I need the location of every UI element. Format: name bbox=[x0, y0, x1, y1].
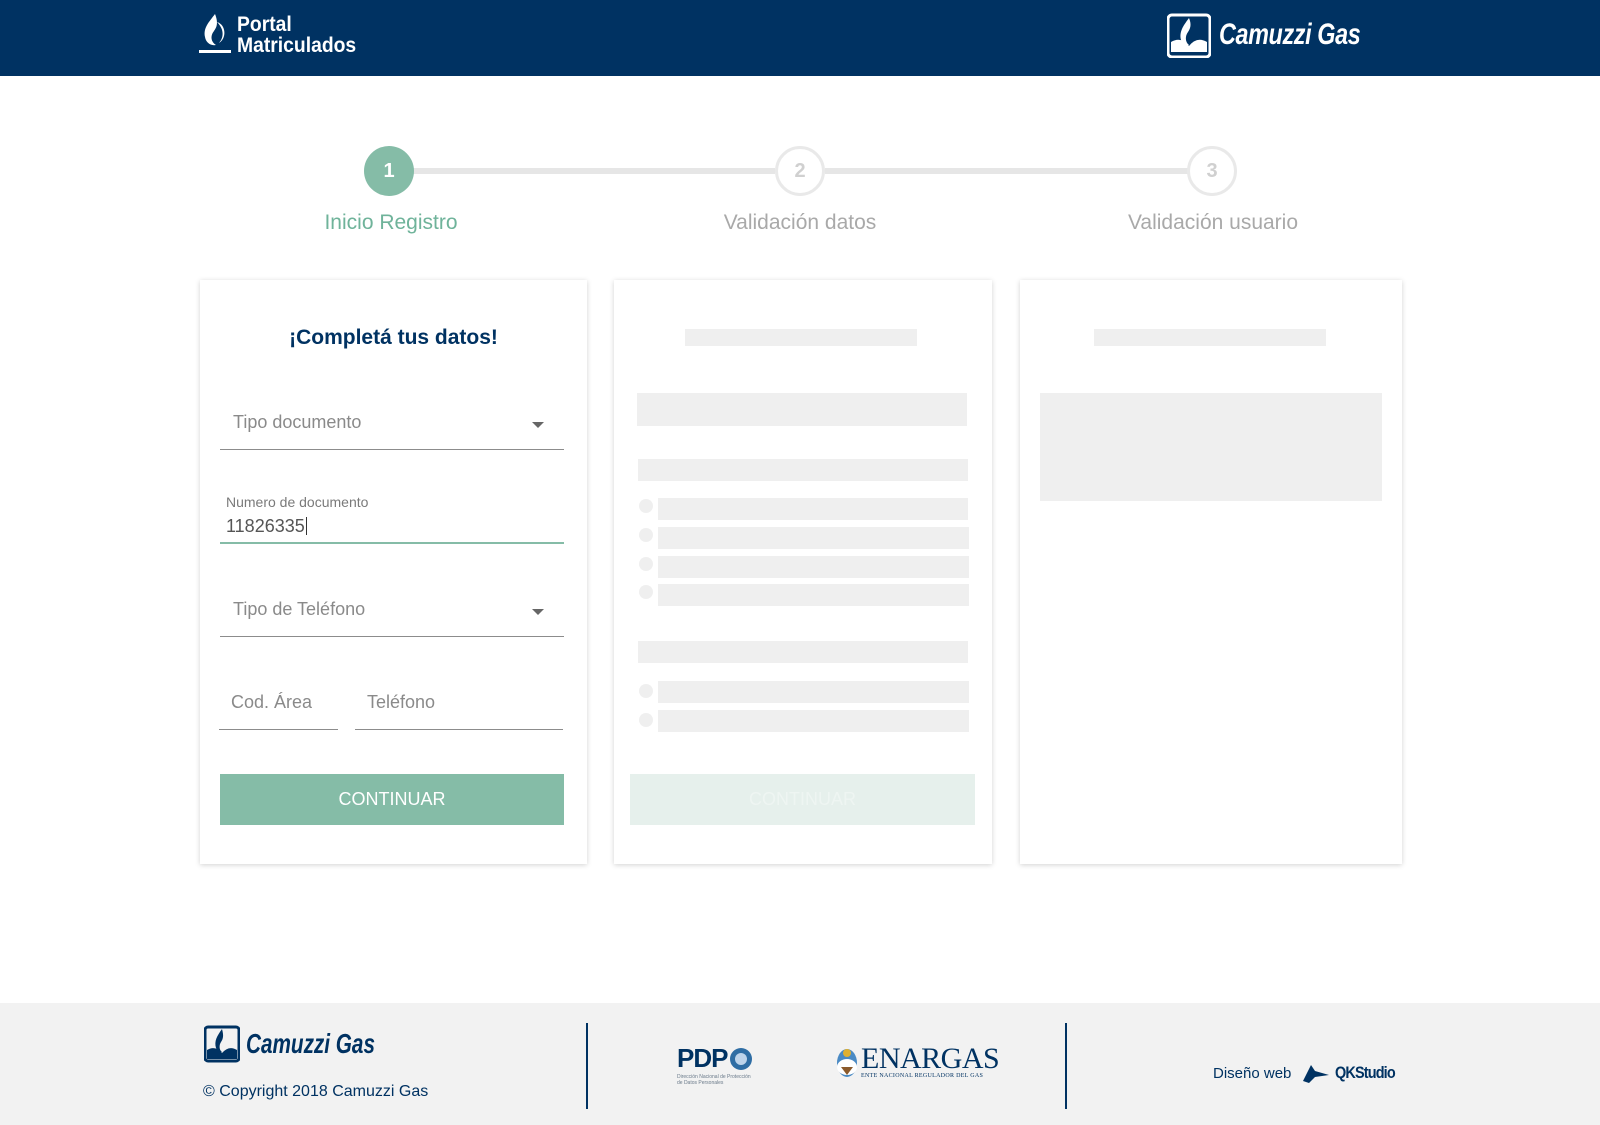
stepper-line-1 bbox=[410, 168, 775, 174]
skeleton-radio bbox=[639, 499, 653, 513]
top-header: Portal Matriculados Camuzzi Gas bbox=[0, 0, 1600, 76]
step-1-number: 1 bbox=[383, 159, 395, 182]
continue-button[interactable]: CONTINUAR bbox=[220, 774, 564, 825]
telefono-placeholder: Teléfono bbox=[367, 692, 436, 712]
portal-title: Portal Matriculados bbox=[237, 14, 356, 56]
copyright-text: © Copyright 2018 Camuzzi Gas bbox=[203, 1083, 429, 1100]
designer-label: Diseño web bbox=[1213, 1064, 1292, 1082]
skeleton-radio bbox=[639, 684, 653, 698]
camuzzi-emblem-icon bbox=[1166, 13, 1211, 58]
skeleton-option bbox=[658, 498, 968, 520]
validacion-usuario-card bbox=[1020, 280, 1402, 864]
tipo-telefono-select[interactable]: Tipo de Teléfono bbox=[220, 595, 564, 637]
numero-documento-field[interactable]: Numero de documento 11826335 bbox=[220, 494, 564, 544]
footer-divider bbox=[586, 1023, 588, 1109]
skeleton-option bbox=[658, 584, 969, 606]
portal-title-line2: Matriculados bbox=[237, 34, 357, 57]
skeleton-title bbox=[1094, 329, 1326, 346]
pdp-logo[interactable]: PDP Dirección Nacional de Protección de … bbox=[677, 1043, 757, 1086]
portal-logo[interactable]: Portal Matriculados bbox=[199, 12, 367, 56]
numero-documento-value: 11826335 bbox=[226, 516, 305, 536]
footer-brand-text: Camuzzi Gas bbox=[246, 1028, 375, 1059]
portal-title-line1: Portal bbox=[237, 13, 292, 36]
cod-area-input[interactable]: Cod. Área bbox=[219, 688, 338, 730]
continue-button-disabled: CONTINUAR bbox=[630, 774, 975, 825]
skeleton-option bbox=[658, 681, 969, 703]
footer: Camuzzi Gas © Copyright 2018 Camuzzi Gas… bbox=[0, 1003, 1600, 1125]
numero-documento-label: Numero de documento bbox=[226, 494, 369, 510]
tipo-telefono-placeholder: Tipo de Teléfono bbox=[233, 599, 366, 619]
pdp-emblem-icon bbox=[730, 1047, 753, 1070]
camuzzi-logo[interactable]: Camuzzi Gas bbox=[1166, 12, 1400, 58]
step-2-number: 2 bbox=[794, 159, 806, 182]
step-3-number: 3 bbox=[1206, 159, 1218, 182]
skeleton-block bbox=[637, 393, 967, 426]
skeleton-title bbox=[685, 329, 917, 346]
telefono-input[interactable]: Teléfono bbox=[355, 688, 563, 730]
argentina-shield-icon bbox=[837, 1049, 857, 1077]
enargas-text: ENARGAS bbox=[861, 1042, 1000, 1075]
footer-camuzzi-logo[interactable]: Camuzzi Gas bbox=[204, 1025, 420, 1063]
tipo-documento-select[interactable]: Tipo documento bbox=[220, 408, 564, 450]
chevron-down-icon bbox=[532, 609, 544, 615]
enargas-subtitle: ENTE NACIONAL REGULADOR DEL GAS bbox=[861, 1073, 984, 1079]
cod-area-placeholder: Cod. Área bbox=[231, 692, 313, 712]
step-2-label: Validación datos bbox=[723, 211, 877, 234]
footer-divider bbox=[1065, 1023, 1067, 1109]
step-1-circle: 1 bbox=[364, 146, 414, 196]
skeleton-option bbox=[658, 527, 969, 549]
skeleton-option bbox=[658, 710, 969, 732]
form-title: ¡Completá tus datos! bbox=[289, 326, 498, 349]
skeleton-radio bbox=[639, 585, 653, 599]
skeleton-heading bbox=[638, 641, 968, 663]
skeleton-block bbox=[1040, 393, 1382, 501]
designer-brand: QKStudio bbox=[1335, 1063, 1396, 1082]
flame-icon bbox=[199, 12, 233, 56]
designer-credit[interactable]: Diseño web QKStudio bbox=[1213, 1061, 1406, 1085]
skeleton-option bbox=[658, 556, 969, 578]
step-3-label: Validación usuario bbox=[1127, 211, 1299, 234]
skeleton-radio bbox=[639, 557, 653, 571]
step-1-label: Inicio Registro bbox=[324, 211, 458, 234]
step-3-circle: 3 bbox=[1187, 146, 1237, 196]
registration-form-card: ¡Completá tus datos! Tipo documento Nume… bbox=[200, 280, 587, 864]
camuzzi-brand-text: Camuzzi Gas bbox=[1218, 18, 1361, 51]
numero-documento-input[interactable]: 11826335 bbox=[226, 516, 307, 537]
chevron-down-icon bbox=[532, 422, 544, 428]
step-2-circle: 2 bbox=[775, 146, 825, 196]
qkstudio-bird-icon bbox=[1303, 1065, 1330, 1083]
pdp-text: PDP bbox=[677, 1043, 728, 1073]
enargas-logo[interactable]: ENARGAS ENTE NACIONAL REGULADOR DEL GAS bbox=[835, 1042, 1000, 1079]
skeleton-heading bbox=[638, 459, 968, 481]
validacion-datos-card: CONTINUAR bbox=[614, 280, 992, 864]
stepper-line-2 bbox=[825, 168, 1190, 174]
text-cursor bbox=[305, 517, 307, 535]
tipo-documento-placeholder: Tipo documento bbox=[233, 412, 362, 432]
camuzzi-emblem-icon bbox=[204, 1025, 240, 1063]
pdp-subtitle: Dirección Nacional de Protección de Dato… bbox=[677, 1074, 751, 1086]
skeleton-radio bbox=[639, 713, 653, 727]
skeleton-radio bbox=[639, 528, 653, 542]
